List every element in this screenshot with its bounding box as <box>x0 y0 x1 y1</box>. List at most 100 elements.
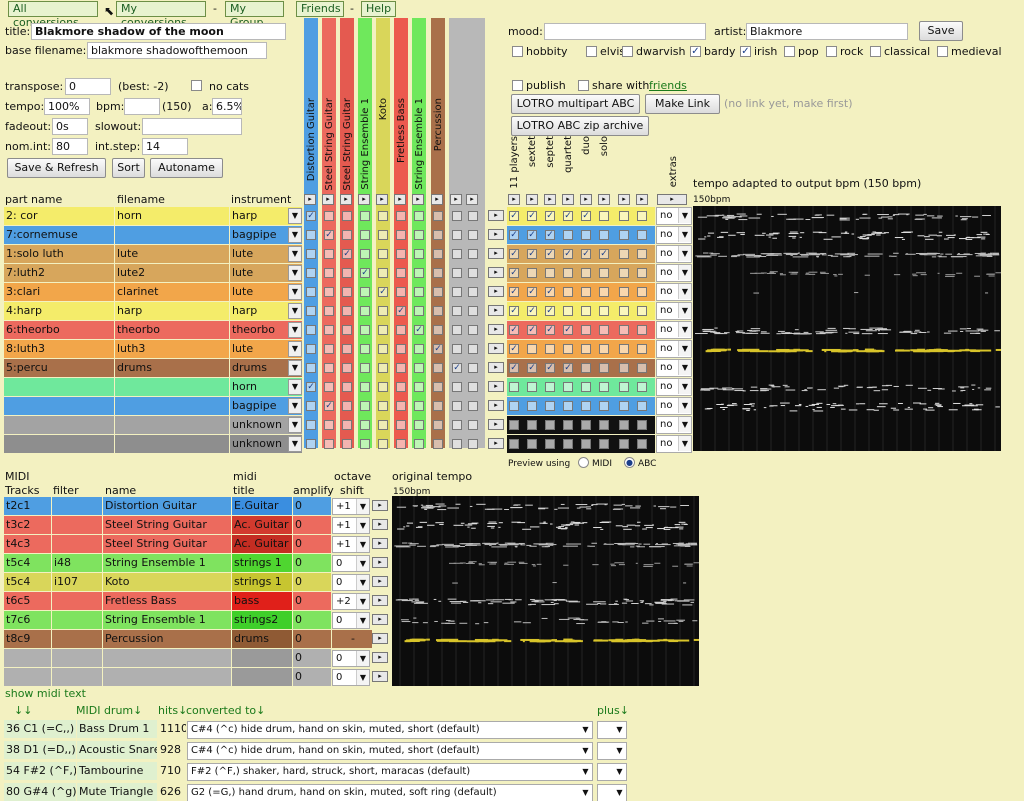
player-checkbox[interactable] <box>637 268 647 278</box>
track-filter-cell[interactable] <box>52 516 102 534</box>
player-checkbox[interactable] <box>599 325 609 335</box>
instrument-assign-checkbox[interactable] <box>342 382 352 392</box>
instrument-assign-checkbox[interactable] <box>414 287 424 297</box>
player-checkbox[interactable] <box>619 268 629 278</box>
instrument-assign-checkbox[interactable]: ✓ <box>324 401 334 411</box>
save-refresh-button[interactable]: Save & Refresh <box>7 158 106 178</box>
extra-checkbox[interactable] <box>452 287 462 297</box>
player-checkbox[interactable] <box>581 287 591 297</box>
extras-select[interactable]: no ▼ <box>656 416 692 434</box>
instrument-assign-checkbox[interactable] <box>378 401 388 411</box>
save-button[interactable]: Save <box>919 21 963 41</box>
column-apply-button[interactable]: ▸ <box>304 194 316 205</box>
amplify-cell[interactable]: 0 <box>293 668 331 686</box>
part-instrument-select[interactable]: harp ▼ <box>230 207 302 225</box>
row-preview-button[interactable]: ▸ <box>488 305 504 316</box>
instrument-assign-checkbox[interactable] <box>360 420 370 430</box>
base-filename-input[interactable]: blakmore shadowofthemoon <box>87 42 267 59</box>
part-instrument-select[interactable]: harp ▼ <box>230 302 302 320</box>
instrument-assign-checkbox[interactable] <box>396 363 406 373</box>
instrument-assign-checkbox[interactable] <box>324 325 334 335</box>
tag-pop-checkbox[interactable] <box>784 46 795 57</box>
player-checkbox[interactable] <box>527 344 537 354</box>
player-checkbox[interactable] <box>563 420 573 430</box>
instrument-assign-checkbox[interactable] <box>396 325 406 335</box>
track-filter-cell[interactable] <box>52 630 102 648</box>
part-name-cell[interactable]: 7:luth2 <box>4 264 114 282</box>
instrument-assign-checkbox[interactable] <box>324 344 334 354</box>
converted-to-select[interactable]: G2 (=G,) hand drum, hand on skin, muted,… <box>187 784 593 801</box>
row-preview-button[interactable]: ▸ <box>488 438 504 449</box>
instrument-assign-checkbox[interactable] <box>360 230 370 240</box>
converted-to-select[interactable]: C#4 (^c) hide drum, hand on skin, muted,… <box>187 742 593 760</box>
instrument-assign-checkbox[interactable]: ✓ <box>324 230 334 240</box>
column-apply-button[interactable]: ▸ <box>618 194 630 205</box>
part-filename-cell[interactable]: lute <box>115 245 229 263</box>
share-checkbox[interactable] <box>578 80 589 91</box>
converted-to-select[interactable]: F#2 (^F,) shaker, hard, struck, short, m… <box>187 763 593 781</box>
nav-my-conversions[interactable]: My conversions <box>116 1 206 29</box>
extras-select[interactable]: no ▼ <box>656 321 692 339</box>
instrument-assign-checkbox[interactable] <box>360 325 370 335</box>
instrument-assign-checkbox[interactable]: ✓ <box>378 287 388 297</box>
instrument-assign-checkbox[interactable] <box>414 344 424 354</box>
octave-shift-select[interactable]: +2 ▼ <box>332 593 370 610</box>
instrument-assign-checkbox[interactable] <box>396 344 406 354</box>
part-name-cell[interactable]: 6:theorbo <box>4 321 114 339</box>
extra-checkbox[interactable] <box>452 382 462 392</box>
instrument-assign-checkbox[interactable] <box>324 287 334 297</box>
player-checkbox[interactable] <box>563 230 573 240</box>
mood-input[interactable] <box>544 23 706 40</box>
instrument-assign-checkbox[interactable]: ✓ <box>414 325 424 335</box>
player-checkbox[interactable] <box>527 401 537 411</box>
player-checkbox[interactable] <box>563 401 573 411</box>
player-checkbox[interactable]: ✓ <box>545 306 555 316</box>
extra-checkbox[interactable] <box>452 306 462 316</box>
player-checkbox[interactable] <box>619 230 629 240</box>
player-checkbox[interactable] <box>619 287 629 297</box>
part-instrument-select[interactable]: drums ▼ <box>230 359 302 377</box>
player-checkbox[interactable] <box>581 325 591 335</box>
plus-select[interactable]: ▼ <box>597 763 627 781</box>
track-filter-cell[interactable] <box>52 649 102 667</box>
part-instrument-select[interactable]: horn ▼ <box>230 378 302 396</box>
artist-input[interactable]: Blakmore <box>746 23 908 40</box>
instrument-assign-checkbox[interactable] <box>433 325 443 335</box>
part-filename-cell[interactable]: luth3 <box>115 340 229 358</box>
intstep-input[interactable]: 14 <box>142 138 188 155</box>
amplify-cell[interactable]: 0 <box>293 649 331 667</box>
plus-select[interactable]: ▼ <box>597 784 627 801</box>
part-name-cell[interactable]: 4:harp <box>4 302 114 320</box>
instrument-assign-checkbox[interactable] <box>378 249 388 259</box>
instrument-assign-checkbox[interactable] <box>306 230 316 240</box>
part-name-cell[interactable] <box>4 397 114 415</box>
extra-checkbox[interactable] <box>468 268 478 278</box>
amplify-cell[interactable]: 0 <box>293 497 331 515</box>
sort-arrows-header[interactable]: ↓↓ <box>14 704 32 718</box>
column-apply-button[interactable]: ▸ <box>450 194 462 205</box>
instrument-assign-checkbox[interactable] <box>324 382 334 392</box>
instrument-assign-checkbox[interactable] <box>342 401 352 411</box>
player-checkbox[interactable] <box>637 401 647 411</box>
instrument-assign-checkbox[interactable] <box>342 325 352 335</box>
column-apply-button[interactable]: ▸ <box>466 194 478 205</box>
extras-select[interactable]: no ▼ <box>656 359 692 377</box>
row-preview-button[interactable]: ▸ <box>488 381 504 392</box>
instrument-assign-checkbox[interactable]: ✓ <box>433 344 443 354</box>
nav-friends[interactable]: Friends <box>296 1 344 17</box>
extra-checkbox[interactable] <box>452 439 462 449</box>
extras-select[interactable]: no ▼ <box>656 302 692 320</box>
instrument-assign-checkbox[interactable] <box>433 420 443 430</box>
octave-shift-select[interactable]: 0 ▼ <box>332 574 370 591</box>
extra-checkbox[interactable] <box>452 230 462 240</box>
track-filter-cell[interactable]: i107 <box>52 573 102 591</box>
part-filename-cell[interactable]: clarinet <box>115 283 229 301</box>
player-checkbox[interactable]: ✓ <box>509 268 519 278</box>
instrument-assign-checkbox[interactable] <box>414 268 424 278</box>
instrument-assign-checkbox[interactable]: ✓ <box>396 306 406 316</box>
row-preview-button[interactable]: ▸ <box>488 248 504 259</box>
instrument-assign-checkbox[interactable]: ✓ <box>306 382 316 392</box>
column-apply-button[interactable]: ▸ <box>376 194 388 205</box>
tag-rock-checkbox[interactable] <box>826 46 837 57</box>
instrument-assign-checkbox[interactable] <box>360 344 370 354</box>
